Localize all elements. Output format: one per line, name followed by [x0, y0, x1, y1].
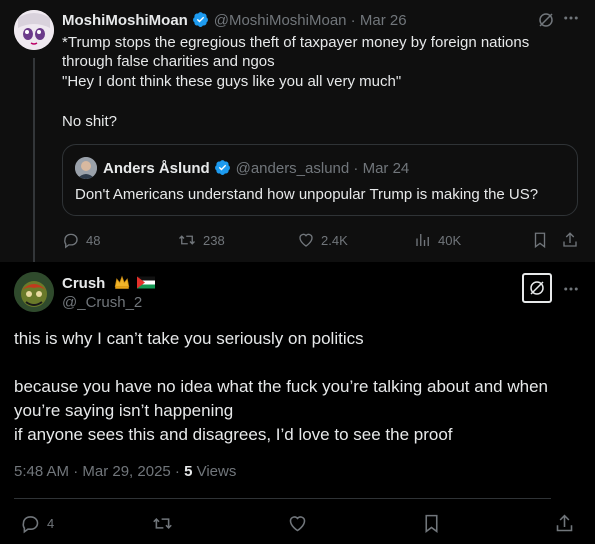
verified-badge-icon [215, 160, 231, 175]
main-handle[interactable]: @_Crush_2 [62, 294, 142, 311]
quote-handle: @anders_aslund [235, 160, 350, 177]
analytics-icon [416, 234, 429, 246]
crush-avatar[interactable] [14, 272, 54, 312]
parent-text-line: *Trump stops the egregious theft of taxp… [62, 34, 530, 51]
quote-text: Don't Americans understand how unpopular… [75, 186, 539, 203]
reply-icon [64, 233, 78, 249]
like-count: 2.4K [321, 232, 348, 248]
parent-display-name[interactable]: MoshiMoshiMoan [62, 12, 188, 29]
repost-icon [179, 235, 195, 245]
grok-icon [530, 281, 544, 295]
more-options-icon[interactable] [562, 9, 580, 32]
bookmark-icon[interactable] [421, 513, 442, 539]
main-text-line: this is why I can’t take you seriously o… [14, 329, 364, 348]
quoted-tweet[interactable]: Anders Åslund @anders_aslund · Mar 24 Do… [62, 144, 578, 216]
main-display-name[interactable]: Crush [62, 275, 105, 292]
reply-button[interactable]: 48 [62, 231, 100, 249]
views-count: 40K [438, 232, 462, 248]
share-icon[interactable] [561, 231, 579, 254]
heart-icon [299, 233, 313, 247]
main-text-line: you’re saying isn’t happening [14, 401, 234, 420]
quote-header: Anders Åslund @anders_aslund · Mar 24 [103, 159, 409, 178]
moshimoshimoan-avatar[interactable] [14, 10, 54, 50]
main-text-line: if anyone sees this and disagrees, I’d l… [14, 425, 453, 444]
views-label: Views [192, 463, 237, 480]
repost-count: 238 [203, 232, 225, 248]
reply-button[interactable]: 4 [20, 513, 54, 534]
reply-count: 48 [86, 232, 101, 248]
thread-line [33, 58, 35, 262]
parent-handle[interactable]: @MoshiMoshiMoan [214, 12, 347, 29]
main-header: Crush [62, 274, 156, 293]
repost-button[interactable]: 238 [177, 231, 225, 249]
like-button[interactable]: 2.4K [297, 231, 348, 249]
parent-text-line: through false charities and ngos [62, 53, 275, 70]
reply-count: 4 [47, 516, 55, 531]
parent-tweet[interactable]: MoshiMoshiMoan @MoshiMoshiMoan · Mar 26 … [0, 0, 595, 262]
grok-icon[interactable] [537, 11, 555, 34]
quote-display-name: Anders Åslund [103, 160, 210, 177]
views-button[interactable]: 40K [414, 231, 461, 249]
bookmark-icon[interactable] [531, 231, 549, 254]
palestine-flag-icon [137, 276, 156, 289]
grok-button[interactable] [522, 273, 552, 303]
date-separator: · [349, 160, 363, 177]
tweet-meta: 5:48 AM · Mar 29, 2025 · 5 Views [14, 463, 236, 480]
date-separator: · [346, 12, 360, 29]
parent-text-line: "Hey I dont think these guys like you al… [62, 73, 402, 90]
repost-icon[interactable] [151, 513, 174, 539]
parent-date[interactable]: Mar 26 [360, 12, 407, 29]
reply-icon [22, 516, 39, 534]
divider [14, 498, 551, 499]
more-options-icon[interactable] [562, 280, 580, 303]
quote-date: Mar 24 [362, 160, 410, 177]
heart-icon[interactable] [287, 513, 308, 539]
parent-text-line: No shit? [62, 113, 118, 130]
main-text-line: because you have no idea what the fuck y… [14, 377, 548, 396]
parent-header: MoshiMoshiMoan @MoshiMoshiMoan · Mar 26 [62, 11, 407, 30]
anders-aslund-avatar [75, 157, 97, 179]
timestamp[interactable]: 5:48 AM · Mar 29, 2025 · [14, 463, 184, 480]
crown-icon [114, 275, 130, 289]
share-icon[interactable] [554, 513, 575, 539]
verified-badge-icon [193, 12, 209, 27]
